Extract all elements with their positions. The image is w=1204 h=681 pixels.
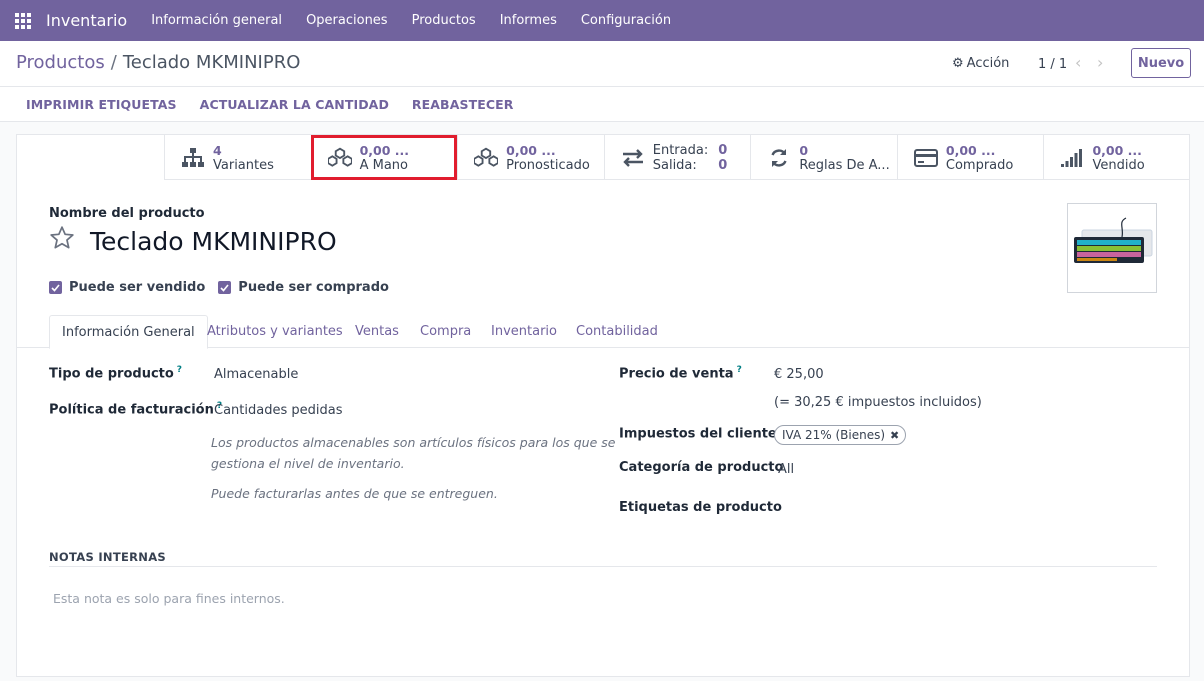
menu-productos[interactable]: Productos [412,13,476,28]
can-be-sold-label: Puede ser vendido [69,280,206,295]
new-button[interactable]: Nuevo [1131,48,1191,78]
menu-informacion-general[interactable]: Información general [151,13,282,28]
reorder-rules-smart-button[interactable]: 0 Reglas De A... [750,135,897,180]
pager-value[interactable]: 1 / 1 [1038,57,1067,72]
refresh-icon [767,146,791,170]
sold-smart-button[interactable]: 0,00 ... Vendido [1043,135,1190,180]
cubes-icon [474,146,499,170]
can-be-purchased-label: Puede ser comprado [238,280,389,295]
replenish-button[interactable]: REABASTECER [412,97,514,112]
signal-icon [1060,146,1084,170]
product-name-input[interactable]: Teclado MKMINIPRO [90,227,337,256]
internal-notes-input[interactable]: Esta nota es solo para fines internos. [53,591,285,606]
in-out-smart-button[interactable]: Entrada: 0 Salida: 0 [603,135,751,180]
gear-icon: ⚙ [952,56,964,71]
checkmark-icon [49,281,62,294]
notes-divider [49,566,1157,567]
invoice-help-text: Puede facturarlas antes de que se entreg… [211,486,498,501]
smart-buttons: 4 Variantes 0,00 ... A Mano 0,00 ... Pro… [164,135,1190,180]
price-tax-included: (= 30,25 € impuestos incluidos) [774,395,982,410]
star-icon[interactable] [49,225,75,251]
product-type-value[interactable]: Almacenable [214,367,298,382]
storable-help-text: Los productos almacenables son artículos… [211,435,616,471]
product-category-label: Categoría de producto [619,460,784,475]
tooltip-icon: ? [736,365,742,375]
rules-label: Reglas De A... [799,157,890,173]
credit-card-icon [913,146,938,170]
menu-informes[interactable]: Informes [500,13,557,28]
app-name[interactable]: Inventario [46,11,127,30]
chevron-left-icon[interactable]: ‹ [1075,53,1081,72]
tab-atributos-variantes[interactable]: Atributos y variantes [195,315,355,348]
purchased-label: Comprado [945,157,1014,173]
on-hand-smart-button[interactable]: 0,00 ... A Mano [310,135,458,180]
sale-price-label: Precio de venta? [619,365,742,382]
tab-inventario[interactable]: Inventario [479,315,569,348]
sold-label: Vendido [1092,157,1145,173]
action-label: Acción [966,56,1010,71]
top-navbar: Inventario Información general Operacion… [0,0,1204,41]
product-tags-label: Etiquetas de producto [619,500,782,515]
breadcrumb-productos-link[interactable]: Productos [16,52,105,73]
tooltip-icon: ? [176,365,183,375]
print-labels-button[interactable]: IMPRIMIR ETIQUETAS [26,97,177,112]
chevron-right-icon[interactable]: › [1097,53,1103,72]
forecast-label: Pronosticado [506,157,590,173]
product-flags: Puede ser vendido Puede ser comprado [49,280,402,295]
outgoing-value: 0 [718,157,728,173]
variants-label: Variantes [213,157,274,173]
sitemap-icon [181,146,205,170]
breadcrumb-current: Teclado MKMINIPRO [122,52,301,73]
purchased-value: 0,00 ... [945,142,996,158]
outgoing-label: Salida: [652,157,697,173]
apps-menu-icon[interactable] [0,0,46,41]
breadcrumb: Productos / Teclado MKMINIPRO [16,52,300,73]
on-hand-value: 0,00 ... [359,142,410,158]
incoming-label: Entrada: [652,142,709,158]
sale-price-value[interactable]: € 25,00 [774,367,824,382]
product-category-value[interactable]: All [778,462,794,477]
tab-contabilidad[interactable]: Contabilidad [564,315,670,348]
menu-configuracion[interactable]: Configuración [581,13,671,28]
invoice-policy-label: Política de facturación? [49,401,223,418]
action-button[interactable]: ⚙ Acción [952,56,1009,71]
internal-notes-heading: NOTAS INTERNAS [49,550,167,564]
tab-compra[interactable]: Compra [408,315,483,348]
breadcrumb-separator: / [110,52,117,73]
incoming-value: 0 [718,142,728,158]
can-be-purchased-checkbox[interactable]: Puede ser comprado [218,280,389,295]
exchange-icon [621,146,645,170]
tax-tag-label: IVA 21% (Bienes) [782,428,886,442]
forecast-value: 0,00 ... [506,142,556,158]
update-quantity-button[interactable]: ACTUALIZAR LA CANTIDAD [200,97,389,112]
cubes-icon [327,146,352,170]
control-panel: Productos / Teclado MKMINIPRO ⚙ Acción 1… [0,41,1204,87]
action-statusbar: IMPRIMIR ETIQUETAS ACTUALIZAR LA CANTIDA… [0,87,1204,122]
rules-count: 0 [799,142,809,158]
sold-value: 0,00 ... [1092,142,1142,158]
remove-tag-icon[interactable]: ✖ [890,429,899,442]
invoice-policy-value[interactable]: Cantidades pedidas [214,403,342,418]
tax-tag[interactable]: IVA 21% (Bienes) ✖ [774,425,907,445]
purchased-smart-button[interactable]: 0,00 ... Comprado [896,135,1044,180]
tab-ventas[interactable]: Ventas [343,315,411,348]
product-name-label: Nombre del producto [49,206,205,221]
checkmark-icon [218,281,232,294]
product-image[interactable] [1067,203,1157,293]
customer-taxes-label: Impuestos del cliente? [619,425,785,441]
variants-count: 4 [213,142,222,158]
form-sheet: 4 Variantes 0,00 ... A Mano 0,00 ... Pro… [16,134,1190,677]
tab-informacion-general[interactable]: Información General [49,315,208,349]
on-hand-label: A Mano [359,157,408,173]
product-type-label: Tipo de producto? [49,365,183,382]
variants-smart-button[interactable]: 4 Variantes [164,135,311,180]
menu-operaciones[interactable]: Operaciones [306,13,388,28]
can-be-sold-checkbox[interactable]: Puede ser vendido [49,280,205,295]
form-tabs: Información General Atributos y variante… [17,315,1189,349]
forecast-smart-button[interactable]: 0,00 ... Pronosticado [457,135,604,180]
